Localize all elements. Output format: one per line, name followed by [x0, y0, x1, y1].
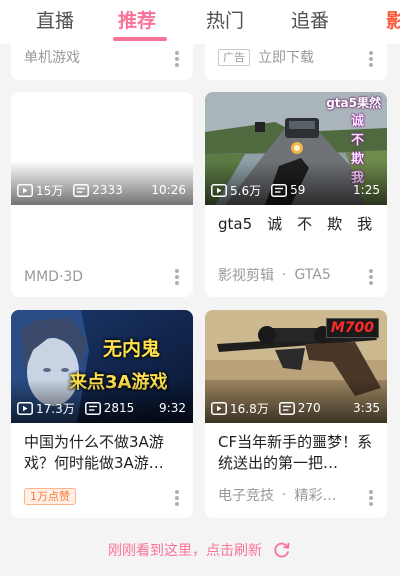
- more-options-icon[interactable]: [175, 490, 179, 506]
- video-stats: 15万 2333 10:26: [17, 182, 186, 198]
- ad-badge: 广告: [218, 48, 250, 66]
- more-options-icon[interactable]: [369, 51, 373, 67]
- tab-film[interactable]: 影: [386, 6, 400, 33]
- video-card-cf-m700[interactable]: M700 16.8万 270 3:35 CF当年新手的噩梦！系统送出的第一把… …: [205, 310, 387, 518]
- tab-recommend[interactable]: 推荐: [118, 6, 156, 33]
- video-stats: 16.8万 270 3:35: [211, 400, 380, 416]
- video-title[interactable]: gta5 诚 不 欺 我: [218, 214, 375, 235]
- play-count-icon: [17, 183, 33, 197]
- danmaku-icon: [271, 183, 288, 197]
- danmaku-count: 270: [278, 401, 321, 415]
- video-thumbnail: 无内鬼 来点3A游戏 17.3万 2815 9:32: [11, 310, 193, 423]
- tab-live[interactable]: 直播: [36, 6, 74, 33]
- thumbnail-overlay-tag: M700: [325, 318, 379, 338]
- card-meta: 影视剪辑 · GTA5: [218, 265, 331, 285]
- more-options-icon[interactable]: [369, 269, 373, 285]
- card-category: MMD·3D: [24, 269, 84, 285]
- danmaku-icon: [278, 401, 295, 415]
- video-duration: 3:35: [353, 401, 380, 415]
- video-card-gta5[interactable]: gta5果然 诚 不 欺 我 5.6万 59 1:25 gta5 诚 不 欺 我…: [205, 92, 387, 297]
- video-stats: 5.6万 59 1:25: [211, 182, 380, 198]
- card-category: 单机游戏: [24, 50, 80, 66]
- refresh-prompt[interactable]: 刚刚看到这里，点击刷新: [0, 536, 400, 564]
- top-tab-bar: 直播 推荐 热门 追番 影: [0, 0, 400, 44]
- meta-separator: ·: [282, 267, 287, 283]
- active-tab-indicator: [113, 37, 167, 41]
- video-thumbnail: 15万 2333 10:26: [11, 92, 193, 205]
- video-stats: 17.3万 2815 9:32: [17, 400, 186, 416]
- video-thumbnail: gta5果然 诚 不 欺 我 5.6万 59 1:25: [205, 92, 387, 205]
- card-category: 影视剪辑: [218, 268, 274, 284]
- card-tag[interactable]: GTA5: [294, 267, 330, 283]
- more-options-icon[interactable]: [369, 490, 373, 506]
- danmaku-icon: [73, 183, 90, 197]
- more-options-icon[interactable]: [175, 269, 179, 285]
- more-options-icon[interactable]: [175, 51, 179, 67]
- video-card-mmd[interactable]: 15万 2333 10:26 MMD·3D: [11, 92, 193, 297]
- download-now-link[interactable]: 立即下载: [258, 47, 314, 67]
- card-tag[interactable]: 精彩…: [294, 485, 336, 505]
- tab-hot[interactable]: 热门: [206, 6, 244, 33]
- card-meta: 1万点赞: [24, 488, 76, 505]
- refresh-prompt-label[interactable]: 刚刚看到这里，点击刷新: [108, 540, 262, 560]
- play-count-icon: [211, 183, 227, 197]
- thumbnail-overlay-line1: 无内鬼: [103, 338, 161, 360]
- card-category: 电子竞技: [218, 488, 274, 504]
- play-count-icon: [211, 401, 227, 415]
- video-duration: 10:26: [151, 183, 186, 197]
- view-count: 17.3万: [17, 400, 75, 417]
- danmaku-count: 2815: [84, 401, 134, 415]
- danmaku-count: 59: [271, 183, 305, 197]
- video-thumbnail: M700 16.8万 270 3:35: [205, 310, 387, 423]
- video-title[interactable]: CF当年新手的噩梦！系统送出的第一把…: [218, 432, 375, 474]
- tab-bangumi[interactable]: 追番: [291, 6, 329, 33]
- card-meta: 电子竞技 · 精彩…: [218, 485, 336, 505]
- view-count: 16.8万: [211, 400, 269, 417]
- thumbnail-overlay-title: gta5果然: [326, 96, 381, 110]
- play-count-icon: [17, 401, 33, 415]
- video-card-3a-games[interactable]: 无内鬼 来点3A游戏 17.3万 2815 9:32 中国为什么不做3A游戏？何…: [11, 310, 193, 518]
- danmaku-icon: [84, 401, 101, 415]
- video-duration: 1:25: [353, 183, 380, 197]
- ad-card-meta: 广告 立即下载: [218, 47, 314, 67]
- likes-badge: 1万点赞: [24, 488, 76, 505]
- refresh-icon[interactable]: [272, 540, 292, 560]
- view-count: 15万: [17, 182, 63, 199]
- danmaku-count: 2333: [73, 183, 123, 197]
- view-count: 5.6万: [211, 182, 261, 199]
- video-title[interactable]: 中国为什么不做3A游戏？何时能做3A游…: [24, 432, 181, 474]
- video-duration: 9:32: [159, 401, 186, 415]
- meta-separator: ·: [282, 487, 287, 503]
